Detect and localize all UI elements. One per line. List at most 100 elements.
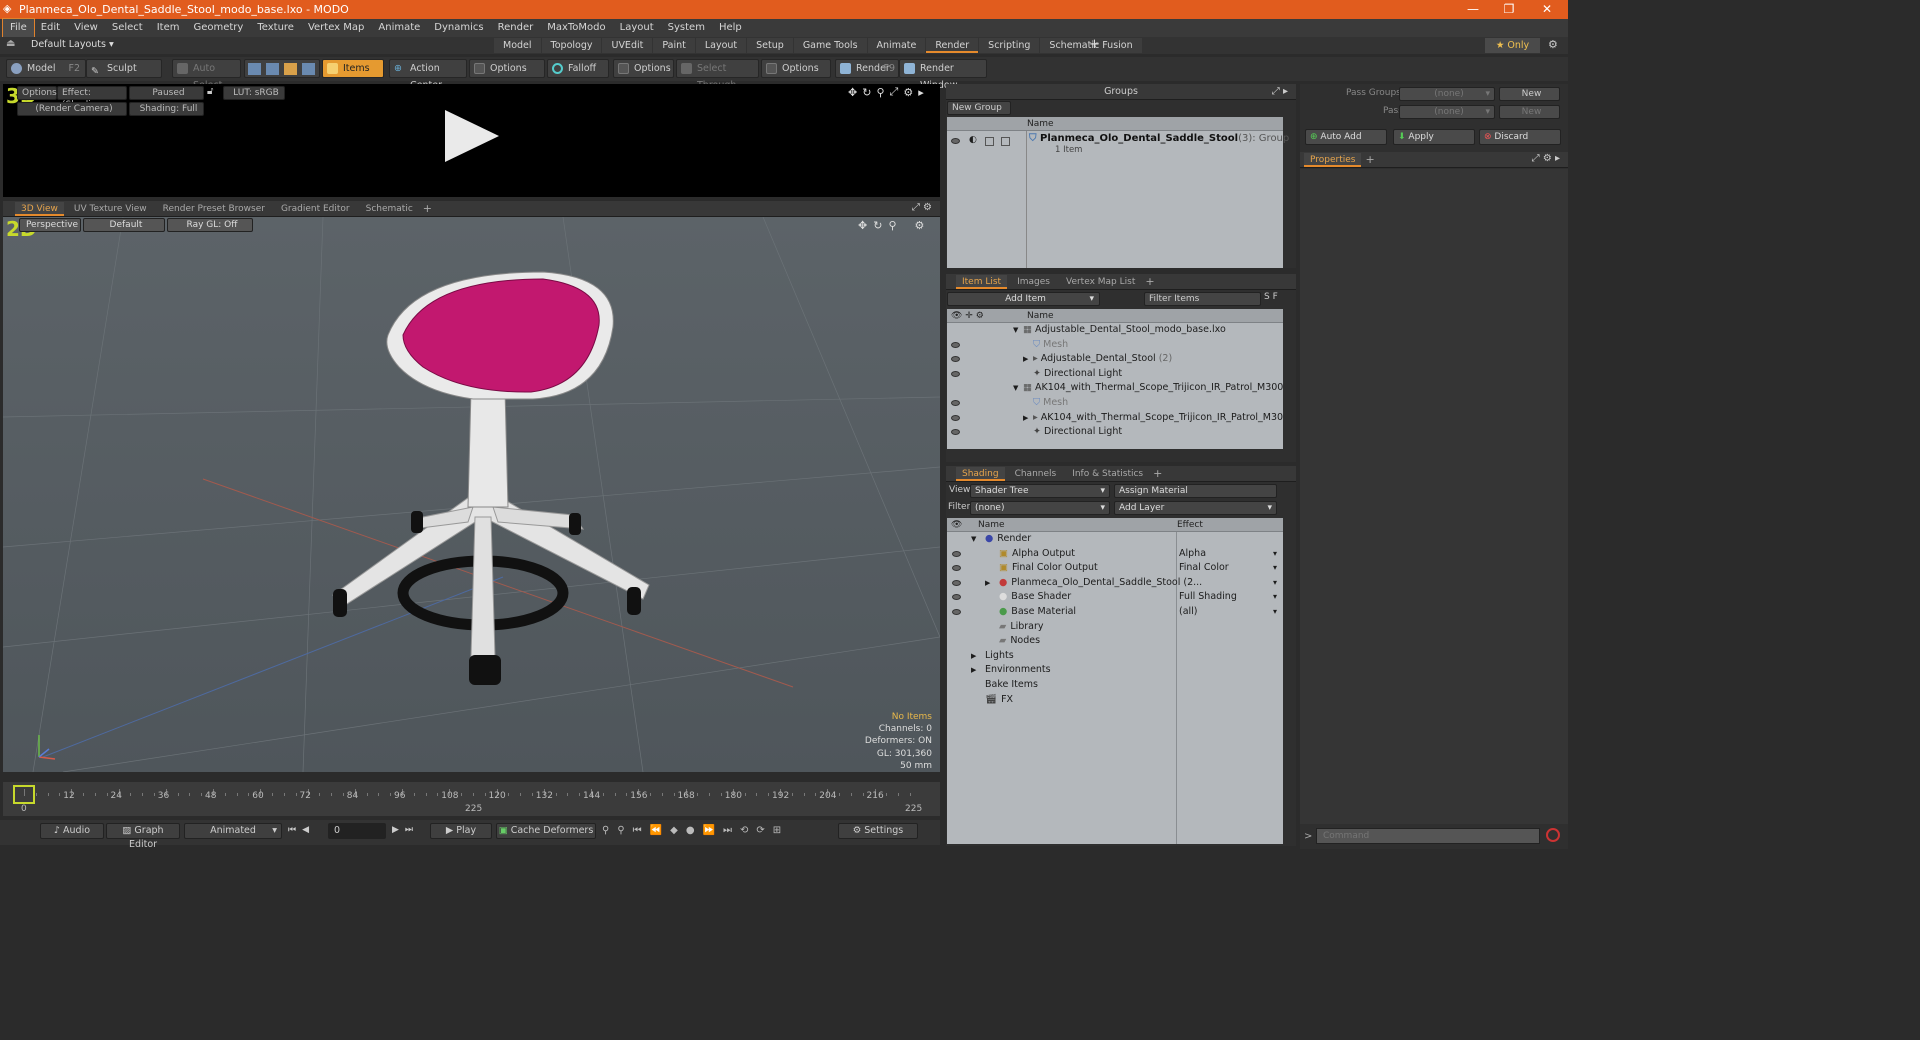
- discard-button[interactable]: ⊗ Discard: [1479, 129, 1561, 145]
- pan-icon[interactable]: ✥: [848, 86, 857, 99]
- gear-icon[interactable]: ⚙: [903, 86, 913, 99]
- eye-icon[interactable]: [951, 370, 960, 377]
- shader-row[interactable]: ▶ Environments: [947, 663, 1283, 678]
- tab-gradient-editor[interactable]: Gradient Editor: [275, 202, 356, 216]
- settings-button[interactable]: ⚙ Settings: [838, 823, 918, 839]
- restore-button[interactable]: ❐: [1491, 0, 1527, 19]
- record-icon[interactable]: ●: [686, 825, 695, 836]
- action-center-button[interactable]: ⊕Action Center: [389, 59, 467, 91]
- pan-icon[interactable]: ✥: [858, 219, 867, 232]
- close-button[interactable]: ✕: [1529, 0, 1565, 19]
- select-through-button[interactable]: Select Through: [676, 59, 759, 91]
- tab-channels[interactable]: Channels: [1009, 467, 1063, 481]
- play-icon[interactable]: [443, 108, 503, 164]
- set-key-icon[interactable]: ◆: [670, 825, 678, 836]
- timeline[interactable]: 12 24 36 48 60 72 84 96 108 120 132 144 156 168 180 192…: [3, 782, 940, 816]
- render-options-button[interactable]: Options: [17, 86, 57, 100]
- menu-select[interactable]: Select: [105, 19, 150, 37]
- gear-icon[interactable]: ⚙: [1548, 38, 1558, 51]
- perspective-dropdown[interactable]: Perspective: [19, 218, 81, 232]
- menu-vertex-map[interactable]: Vertex Map: [301, 19, 371, 37]
- rotate-icon[interactable]: ↻: [862, 86, 871, 99]
- shader-row[interactable]: ▶ ● Planmeca_Olo_Dental_Saddle_Stool (2...…: [947, 576, 1283, 591]
- apply-button[interactable]: ⬇ Apply: [1393, 129, 1475, 145]
- shader-row[interactable]: ▰ Library: [947, 620, 1283, 635]
- menu-layout[interactable]: Layout: [613, 19, 661, 37]
- audio-button[interactable]: ♪ Audio: [40, 823, 104, 839]
- eye-icon[interactable]: [951, 399, 960, 406]
- eye-icon[interactable]: [951, 414, 960, 421]
- chevron-down-icon[interactable]: ▾: [1273, 605, 1277, 620]
- sync-icon[interactable]: ⟳: [756, 825, 764, 836]
- layout-tab-render[interactable]: Render: [926, 38, 979, 53]
- auto-add-button[interactable]: ⊕ Auto Add: [1305, 129, 1387, 145]
- layout-tab-animate[interactable]: Animate: [867, 38, 926, 53]
- filter-items-input[interactable]: Filter Items: [1144, 292, 1261, 306]
- list-item[interactable]: ▼ ▦ Adjustable_Dental_Stool_modo_base.lxo: [947, 323, 1283, 338]
- menu-view[interactable]: View: [67, 19, 105, 37]
- gear-icon[interactable]: ⚙: [923, 202, 932, 213]
- timeline-playhead[interactable]: [13, 785, 35, 804]
- key-icon[interactable]: ⚲: [602, 825, 609, 836]
- filter-dropdown[interactable]: (none): [970, 501, 1110, 515]
- maximize-icon[interactable]: ⤢: [912, 202, 920, 213]
- layout-tab-scripting[interactable]: Scripting: [979, 38, 1040, 53]
- new-pass-group-button[interactable]: New: [1499, 87, 1560, 101]
- only-toggle[interactable]: ★ Only: [1485, 38, 1540, 53]
- zoom-icon[interactable]: ⚲: [876, 86, 884, 99]
- eye-icon[interactable]: [951, 429, 960, 436]
- render-button[interactable]: Render F9: [835, 59, 899, 78]
- add-layer-dropdown[interactable]: Add Layer: [1114, 501, 1277, 515]
- layout-preset-dropdown[interactable]: Default Layouts ▾: [31, 39, 114, 50]
- step-back-icon[interactable]: ◀: [302, 825, 309, 835]
- menu-dynamics[interactable]: Dynamics: [427, 19, 490, 37]
- play-button[interactable]: ▶ Play: [430, 823, 492, 839]
- items-mode-button[interactable]: Items: [322, 59, 384, 78]
- new-pass-button[interactable]: New: [1499, 105, 1560, 119]
- shader-row[interactable]: ● Base Material (all) ▾: [947, 605, 1283, 620]
- menu-geometry[interactable]: Geometry: [186, 19, 250, 37]
- gear-icon[interactable]: ⚙: [915, 219, 925, 232]
- layout-tab-paint[interactable]: Paint: [653, 38, 695, 53]
- rotate-icon[interactable]: ↻: [873, 219, 882, 232]
- passes-dropdown[interactable]: (none): [1399, 105, 1495, 119]
- sculpt-mode-button[interactable]: ✎ Sculpt: [86, 59, 162, 78]
- expand-arrow[interactable]: ▶: [1023, 352, 1033, 367]
- chevron-down-icon[interactable]: ▾: [1273, 590, 1277, 605]
- next-key-icon[interactable]: ⏩: [703, 825, 715, 836]
- first-key-icon[interactable]: ⏮: [633, 825, 642, 836]
- minimize-button[interactable]: —: [1455, 0, 1491, 19]
- shader-row[interactable]: ▼ ● Render: [947, 532, 1283, 547]
- prev-key-icon[interactable]: ⏪: [650, 825, 662, 836]
- add-view-tab-button[interactable]: +: [423, 202, 432, 215]
- menu-help[interactable]: Help: [712, 19, 749, 37]
- assign-material-button[interactable]: Assign Material: [1114, 484, 1277, 498]
- play-small-icon[interactable]: ▸: [918, 86, 924, 99]
- render-window-button[interactable]: Render Window: [899, 59, 987, 91]
- maximize-icon[interactable]: ⤢ ⚙ ▸: [1532, 153, 1560, 164]
- shader-row[interactable]: ▶ Lights: [947, 649, 1283, 664]
- layout-tab-topology[interactable]: Topology: [541, 38, 602, 53]
- chevron-down-icon[interactable]: ▾: [1273, 547, 1277, 562]
- eye-icon[interactable]: [952, 550, 961, 557]
- menu-maxtomodo[interactable]: MaxToModo: [540, 19, 612, 37]
- tab-properties[interactable]: Properties: [1304, 152, 1362, 167]
- layout-tab-layout[interactable]: Layout: [695, 38, 747, 53]
- eye-icon[interactable]: [951, 138, 960, 144]
- skip-end-icon[interactable]: ⏭: [405, 825, 413, 835]
- expand-arrow[interactable]: ▼: [1013, 323, 1023, 338]
- shader-row[interactable]: Bake Items: [947, 678, 1283, 693]
- list-item[interactable]: ⛉ Mesh: [947, 338, 1283, 353]
- eye-icon[interactable]: [952, 608, 961, 615]
- animated-dropdown[interactable]: Animated ▾: [184, 823, 282, 839]
- shader-row[interactable]: 🎬︎ FX: [947, 693, 1283, 708]
- menu-render[interactable]: Render: [491, 19, 541, 37]
- list-item[interactable]: ▼ ▦ AK104_with_Thermal_Scope_Trijicon_IR_P…: [947, 381, 1283, 396]
- list-item[interactable]: ✦ Directional Light: [947, 367, 1283, 382]
- list-item[interactable]: ▶ ▸ AK104_with_Thermal_Scope_Trijicon_IR_P…: [947, 411, 1283, 426]
- expand-arrow[interactable]: ▶: [971, 649, 985, 664]
- step-forward-icon[interactable]: ▶: [392, 825, 399, 835]
- add-item-dropdown[interactable]: Add Item ▾: [947, 292, 1100, 306]
- vertices-icon[interactable]: [248, 63, 261, 75]
- layout-tab-setup[interactable]: Setup: [747, 38, 793, 53]
